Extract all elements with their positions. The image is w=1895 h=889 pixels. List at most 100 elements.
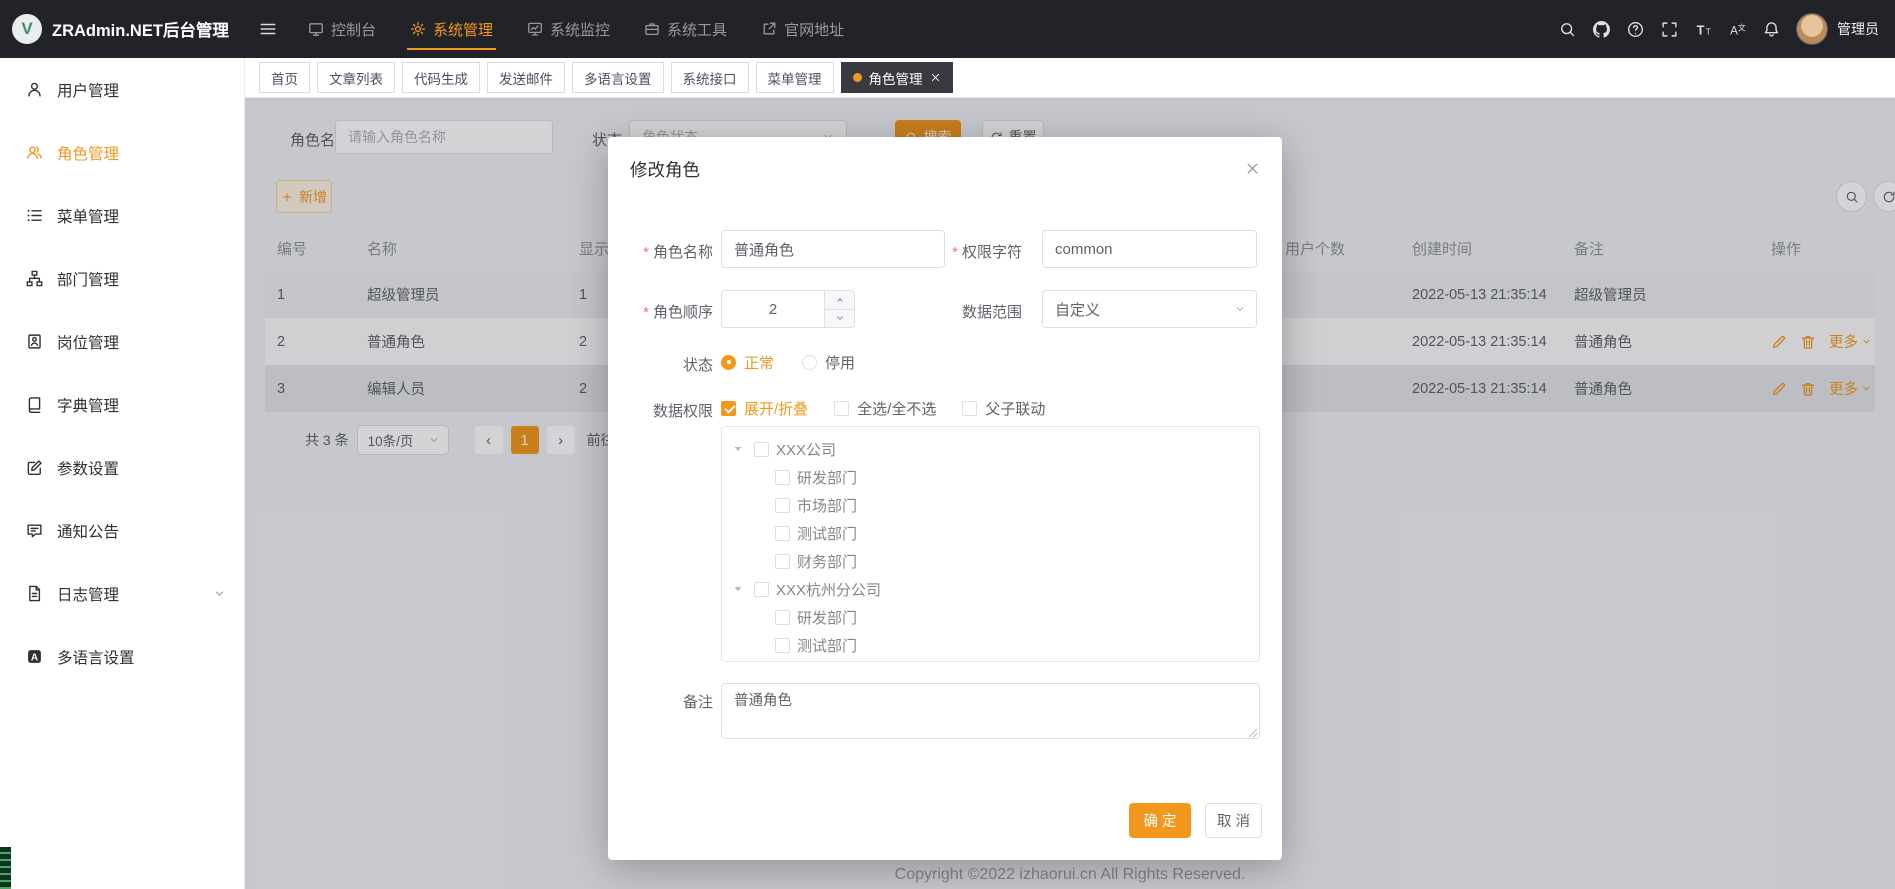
decrease-button[interactable] xyxy=(825,310,854,328)
nav-console[interactable]: 控制台 xyxy=(291,0,393,58)
role-name-label: *角色名称 xyxy=(613,241,713,262)
svg-text:文: 文 xyxy=(1737,22,1745,32)
sidebar-item-label: 日志管理 xyxy=(57,583,119,605)
chevron-down-icon xyxy=(835,313,845,323)
tab-label: 角色管理 xyxy=(869,68,923,88)
nav-system-tools[interactable]: 系统工具 xyxy=(627,0,744,58)
hamburger-icon xyxy=(259,20,277,38)
tree-node-checkbox[interactable] xyxy=(775,610,790,625)
language-square-icon: A xyxy=(26,648,43,665)
tree-node[interactable]: XXX杭州分公司 xyxy=(722,575,1259,603)
tree-node-checkbox[interactable] xyxy=(775,526,790,541)
select-all-checkbox[interactable]: 全选/全不选 xyxy=(834,398,936,419)
role-name-input[interactable] xyxy=(721,230,945,268)
tab-code-gen[interactable]: 代码生成 xyxy=(402,62,480,93)
tree-node[interactable]: 财务部门 xyxy=(722,547,1259,575)
console-icon xyxy=(308,21,324,37)
sidebar-item-post-mgmt[interactable]: 岗位管理 xyxy=(0,310,244,373)
tree-node[interactable]: 市场部门 xyxy=(722,491,1259,519)
expand-collapse-checkbox[interactable]: 展开/折叠 xyxy=(721,398,808,419)
tree-node-checkbox[interactable] xyxy=(775,470,790,485)
nav-label: 系统工具 xyxy=(667,19,727,40)
tree-node[interactable]: XXX公司 xyxy=(722,435,1259,463)
sidebar-item-user-mgmt[interactable]: 用户管理 xyxy=(0,58,244,121)
sidebar-item-role-mgmt[interactable]: 角色管理 xyxy=(0,121,244,184)
tab-system-api[interactable]: 系统接口 xyxy=(671,62,749,93)
tree-node-checkbox[interactable] xyxy=(754,442,769,457)
app-title: ZRAdmin.NET后台管理 xyxy=(52,17,229,41)
perm-tree: XXX公司研发部门市场部门测试部门财务部门XXX杭州分公司研发部门测试部门 xyxy=(721,426,1260,662)
tab-home[interactable]: 首页 xyxy=(259,62,310,93)
tab-send-mail[interactable]: 发送邮件 xyxy=(487,62,565,93)
nav-label: 官网地址 xyxy=(784,19,844,40)
tree-node[interactable]: 研发部门 xyxy=(722,463,1259,491)
gear-icon xyxy=(410,21,426,37)
status-radio-disabled[interactable]: 停用 xyxy=(802,352,855,373)
chevron-down-icon xyxy=(213,587,226,600)
content-area: 角色名称 状态 角色状态 搜索 重置 新增 编号名称显示顺序用户个数创建时间备注… xyxy=(245,98,1895,889)
user-name[interactable]: 管理员 xyxy=(1837,19,1879,39)
tree-node-checkbox[interactable] xyxy=(775,498,790,513)
topbar-icon-group: TTA文 xyxy=(1552,14,1786,44)
role-order-input[interactable]: 2 xyxy=(721,290,855,328)
app-logo[interactable]: V ZRAdmin.NET后台管理 xyxy=(0,14,245,44)
topbar-font-size-button[interactable]: TT xyxy=(1688,14,1718,44)
sidebar-item-dept-mgmt[interactable]: 部门管理 xyxy=(0,247,244,310)
sidebar-item-notice[interactable]: 通知公告 xyxy=(0,499,244,562)
remark-label: 备注 xyxy=(613,691,713,712)
tree-node[interactable]: 测试部门 xyxy=(722,631,1259,659)
topbar-bell-button[interactable] xyxy=(1756,14,1786,44)
checkbox-box xyxy=(834,401,849,416)
tab-menu-mgmt[interactable]: 菜单管理 xyxy=(756,62,834,93)
tab-i18n-settings[interactable]: 多语言设置 xyxy=(572,62,664,93)
top-nav: 控制台系统管理系统监控 系统工具 官网地址 xyxy=(291,0,861,58)
dialog-title: 修改角色 xyxy=(630,157,700,182)
close-tab-icon[interactable] xyxy=(930,72,941,83)
data-scope-select[interactable]: 自定义 xyxy=(1042,290,1257,328)
sidebar-item-menu-mgmt[interactable]: 菜单管理 xyxy=(0,184,244,247)
confirm-button[interactable]: 确 定 xyxy=(1129,803,1191,838)
sidebar-item-param-settings[interactable]: 参数设置 xyxy=(0,436,244,499)
nav-official-site[interactable]: 官网地址 xyxy=(744,0,861,58)
bell-icon xyxy=(1763,21,1780,38)
sidebar-toggle-button[interactable] xyxy=(245,0,291,58)
role-key-input[interactable] xyxy=(1042,230,1257,268)
topbar-github-button[interactable] xyxy=(1586,14,1616,44)
tags-view: 首页文章列表代码生成发送邮件多语言设置系统接口菜单管理 角色管理 xyxy=(245,58,1895,98)
topbar-help-button[interactable] xyxy=(1620,14,1650,44)
cancel-button[interactable]: 取 消 xyxy=(1205,803,1262,838)
topbar-fullscreen-button[interactable] xyxy=(1654,14,1684,44)
parent-child-link-checkbox[interactable]: 父子联动 xyxy=(962,398,1045,419)
dialog-close-button[interactable] xyxy=(1245,161,1260,180)
tab-article-list[interactable]: 文章列表 xyxy=(317,62,395,93)
sidebar: 用户管理角色管理菜单管理部门管理岗位管理字典管理参数设置通知公告日志管理 A多语言… xyxy=(0,58,245,889)
tree-node-checkbox[interactable] xyxy=(754,582,769,597)
tree-node-checkbox[interactable] xyxy=(775,554,790,569)
sidebar-item-label: 菜单管理 xyxy=(57,205,119,227)
sidebar-item-log-mgmt[interactable]: 日志管理 xyxy=(0,562,244,625)
radio-circle xyxy=(802,355,817,370)
sidebar-menu: 用户管理角色管理菜单管理部门管理岗位管理字典管理参数设置通知公告日志管理 A多语言… xyxy=(0,58,244,688)
textarea-resize-handle[interactable] xyxy=(1248,725,1258,735)
avatar[interactable] xyxy=(1796,13,1828,45)
status-radio-normal[interactable]: 正常 xyxy=(721,352,774,373)
main-area: 首页文章列表代码生成发送邮件多语言设置系统接口菜单管理 角色管理 角色名称 状态 … xyxy=(245,58,1895,889)
chevron-down-icon xyxy=(1234,303,1246,315)
tree-node[interactable]: 研发部门 xyxy=(722,603,1259,631)
tree-node[interactable]: 测试部门 xyxy=(722,519,1259,547)
sidebar-item-i18n-settings[interactable]: A多语言设置 xyxy=(0,625,244,688)
sidebar-item-dict-mgmt[interactable]: 字典管理 xyxy=(0,373,244,436)
topbar-language-button[interactable]: A文 xyxy=(1722,14,1752,44)
role-order-value: 2 xyxy=(722,291,824,327)
nav-system-monitor[interactable]: 系统监控 xyxy=(510,0,627,58)
tree-node-checkbox[interactable] xyxy=(775,638,790,653)
book-icon xyxy=(26,396,43,413)
topbar-search-button[interactable] xyxy=(1552,14,1582,44)
increase-button[interactable] xyxy=(825,291,854,310)
tools-icon xyxy=(644,21,660,37)
search-icon xyxy=(1559,21,1576,38)
help-icon xyxy=(1627,21,1644,38)
tab-role-mgmt[interactable]: 角色管理 xyxy=(841,62,953,93)
remark-textarea[interactable]: 普通角色 xyxy=(721,683,1260,739)
nav-system-mgmt[interactable]: 系统管理 xyxy=(393,0,510,58)
